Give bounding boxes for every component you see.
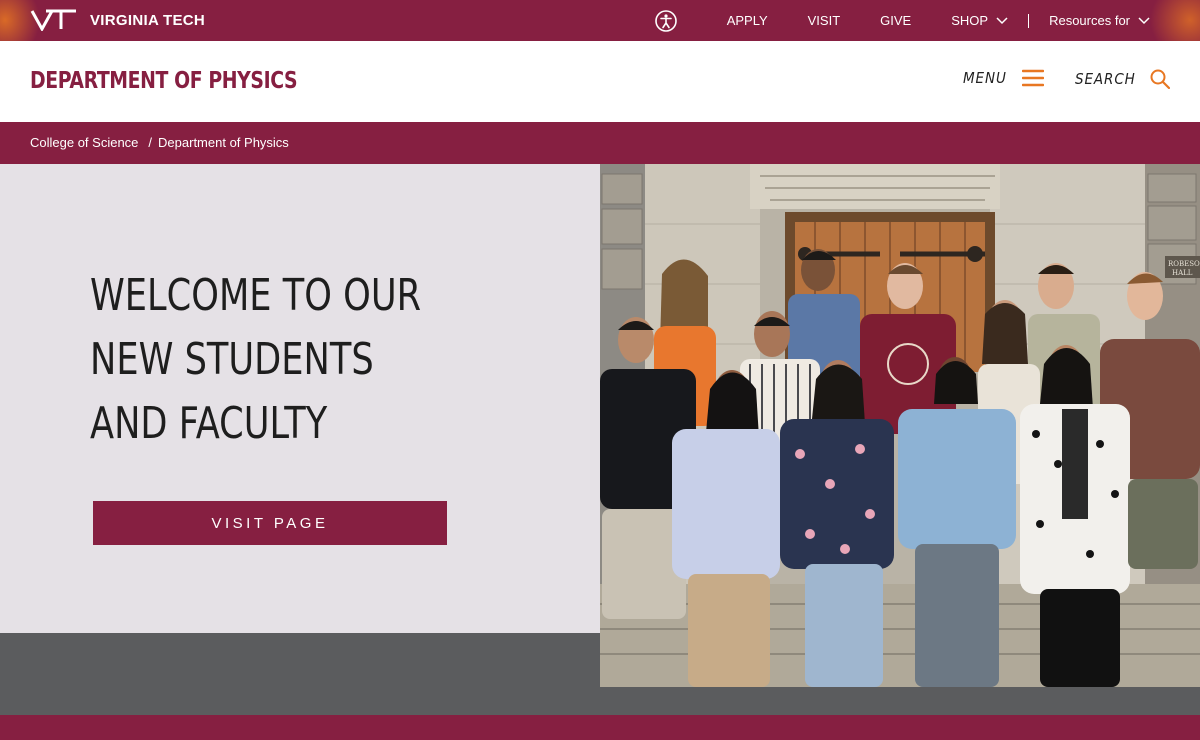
hero-title-line: WELCOME TO OUR	[90, 270, 422, 321]
brand-name: VIRGINIA TECH	[90, 11, 206, 29]
group-photo-illustration: ROBESON HALL	[600, 164, 1200, 687]
nav-link-visit[interactable]: VISIT	[808, 13, 841, 28]
chevron-down-icon	[1138, 16, 1150, 24]
breadcrumb: College of Science / Department of Physi…	[30, 135, 289, 150]
search-icon	[1150, 69, 1171, 89]
nav-link-give[interactable]: GIVE	[880, 13, 911, 28]
department-title[interactable]: DEPARTMENT OF PHYSICS	[30, 68, 298, 94]
top-bar: VIRGINIA TECH APPLY VISIT GIVE SHOP Reso…	[0, 0, 1200, 41]
hamburger-icon	[1021, 69, 1044, 87]
accessibility-icon[interactable]	[654, 9, 677, 32]
utility-nav: APPLY VISIT GIVE SHOP Resources for	[654, 0, 1150, 41]
hero-text-panel: WELCOME TO OUR NEW STUDENTS AND FACULTY …	[0, 164, 600, 633]
robeson-hall-sign: ROBESON	[1168, 260, 1200, 268]
virginia-tech-logo[interactable]: VIRGINIA TECH	[30, 9, 205, 31]
nav-link-label: APPLY	[726, 13, 768, 28]
nav-link-resources-for[interactable]: Resources for	[1049, 13, 1150, 28]
breadcrumb-item-department-of-physics[interactable]: Department of Physics	[158, 135, 289, 150]
menu-label: MENU	[963, 69, 1007, 87]
search-label: SEARCH	[1075, 70, 1136, 88]
top-bar-glow-right	[1150, 0, 1200, 41]
menu-button[interactable]: MENU	[963, 69, 1044, 87]
vt-logo-icon	[30, 9, 76, 31]
bottom-maroon-band	[0, 715, 1200, 740]
chevron-down-icon	[996, 16, 1008, 24]
hero-photo: ROBESON HALL	[600, 164, 1200, 687]
breadcrumb-bar: College of Science / Department of Physi…	[0, 122, 1200, 164]
search-button[interactable]: SEARCH	[1075, 69, 1171, 89]
hero-title-line: NEW STUDENTS	[90, 334, 374, 385]
nav-divider	[1028, 13, 1030, 28]
nav-link-shop[interactable]: SHOP	[951, 13, 1008, 28]
hero-title-line: AND FACULTY	[90, 398, 328, 449]
nav-link-label: SHOP	[951, 13, 989, 28]
department-header: DEPARTMENT OF PHYSICS MENU SEARCH	[0, 41, 1200, 122]
breadcrumb-separator: /	[148, 135, 153, 150]
breadcrumb-item-college-of-science[interactable]: College of Science	[30, 135, 138, 150]
hero-title: WELCOME TO OUR NEW STUDENTS AND FACULTY	[90, 264, 426, 456]
nav-link-apply[interactable]: APPLY	[727, 13, 768, 28]
nav-link-label: Resources for	[1049, 13, 1130, 28]
svg-text:HALL: HALL	[1172, 269, 1193, 277]
nav-link-label: GIVE	[880, 13, 912, 28]
visit-page-button[interactable]: VISIT PAGE	[93, 501, 447, 545]
nav-link-label: VISIT	[807, 13, 841, 28]
